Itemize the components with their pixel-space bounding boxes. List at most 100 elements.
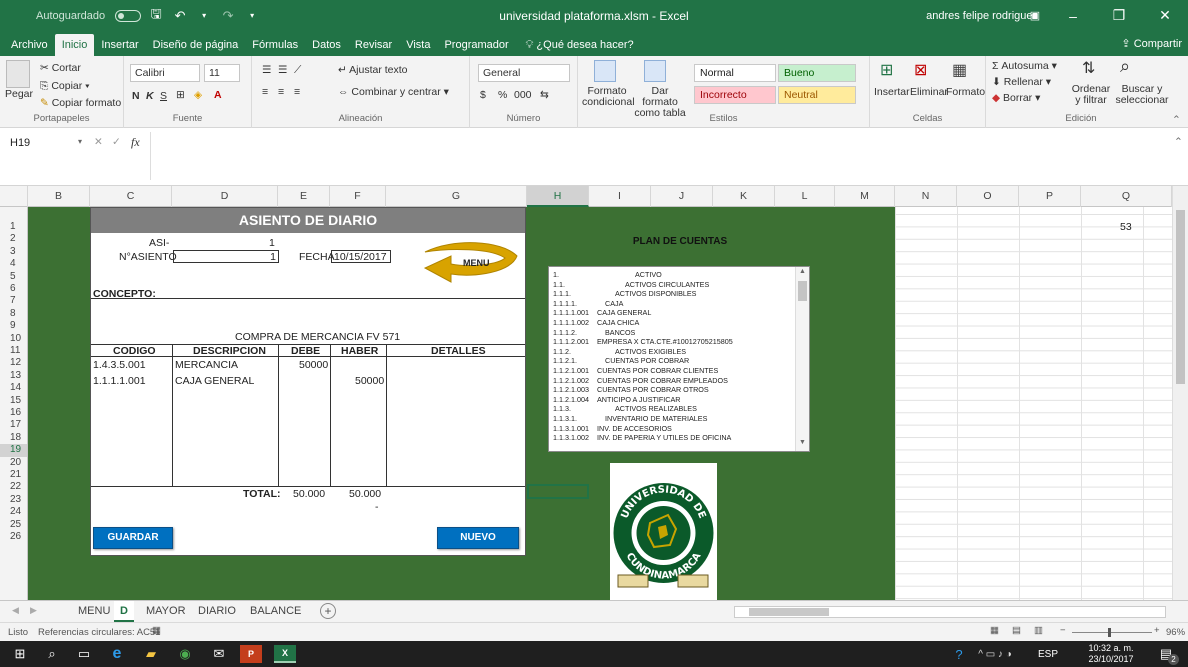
row-header[interactable]: 16 <box>0 407 27 419</box>
concepto-value[interactable]: COMPRA DE MERCANCIA FV 571 <box>235 331 400 343</box>
mail-icon[interactable]: ✉ <box>208 645 230 663</box>
plan-item[interactable]: 1.1.2.1.003 CUENTAS POR COBRAR OTROS <box>553 385 709 394</box>
number-format-select[interactable]: General <box>478 64 570 82</box>
sheet-tab-menu[interactable]: MENU <box>72 601 116 622</box>
tab-programador[interactable]: Programador <box>437 34 515 56</box>
col-header-f[interactable]: F <box>330 186 386 207</box>
zoom-in-icon[interactable]: + <box>1154 625 1160 636</box>
col-header-k[interactable]: K <box>713 186 775 207</box>
font-size-select[interactable]: 11 <box>204 64 240 82</box>
tell-me-box[interactable]: 💡︎ ¿Qué desea hacer? <box>516 34 644 56</box>
select-all-corner[interactable] <box>0 186 28 207</box>
col-header-o[interactable]: O <box>957 186 1019 207</box>
ribbon-display-icon[interactable]: ▣ <box>1020 0 1050 31</box>
col-header-b[interactable]: B <box>28 186 90 207</box>
cell-q2[interactable]: 53 <box>1120 221 1132 233</box>
horizontal-scroll-thumb[interactable] <box>749 608 829 616</box>
col-header-h[interactable]: H <box>527 186 589 207</box>
plan-item[interactable]: 1.1.2. ACTIVOS EXIGIBLES <box>553 347 686 356</box>
undo-dropdown-icon[interactable]: ▾ <box>195 7 213 25</box>
plan-item[interactable]: 1.1. ACTIVOS CIRCULANTES <box>553 280 709 289</box>
normal-view-icon[interactable]: ▦ <box>990 625 999 636</box>
autosave-toggle[interactable] <box>115 9 142 22</box>
format-table-icon[interactable] <box>644 60 666 82</box>
formula-input[interactable] <box>150 132 1178 180</box>
active-cell-h19[interactable] <box>527 484 589 499</box>
sheet-tab-balance[interactable]: BALANCE <box>244 601 307 622</box>
language-indicator[interactable]: ESP <box>1036 645 1060 663</box>
menu-button-label[interactable]: MENU <box>463 258 490 268</box>
paste-label[interactable]: Pegar <box>5 88 33 100</box>
undo-icon[interactable]: ↶ <box>171 7 189 25</box>
search-icon[interactable]: ⌕ <box>1120 56 1130 77</box>
name-box[interactable]: H19 <box>6 134 84 154</box>
align-right-icon[interactable]: ≡ <box>294 86 300 98</box>
row-header[interactable]: 15 <box>0 395 27 407</box>
row-header[interactable]: 25 <box>0 519 27 531</box>
nuevo-button[interactable]: NUEVO <box>437 527 519 549</box>
style-bueno[interactable]: Bueno <box>778 64 856 82</box>
zoom-out-icon[interactable]: − <box>1060 625 1066 636</box>
fill-color-icon[interactable]: ◈ <box>194 89 202 101</box>
tab-datos[interactable]: Datos <box>305 34 348 56</box>
tab-vista[interactable]: Vista <box>399 34 437 56</box>
fecha-input[interactable]: 10/15/2017 <box>331 250 391 263</box>
vertical-scroll-thumb[interactable] <box>1176 210 1185 384</box>
row-header[interactable]: 4 <box>0 258 27 270</box>
plan-item[interactable]: 1.1.1.2.001 EMPRESA X CTA.CTE.#1001270521… <box>553 337 733 346</box>
align-left-icon[interactable]: ≡ <box>262 86 268 98</box>
row2-haber[interactable]: 50000 <box>355 375 384 387</box>
guardar-button[interactable]: GUARDAR <box>93 527 173 549</box>
col-header-l[interactable]: L <box>775 186 835 207</box>
align-top-icon[interactable]: ☰ <box>262 64 271 76</box>
borders-icon[interactable]: ⊞ <box>176 89 185 101</box>
horizontal-scrollbar[interactable] <box>734 606 1166 618</box>
scroll-down-icon[interactable]: ▼ <box>799 439 806 446</box>
format-cells-button[interactable]: Formato <box>946 86 985 98</box>
currency-button[interactable]: $ <box>480 89 486 101</box>
align-middle-icon[interactable]: ☰ <box>278 64 287 76</box>
row-header[interactable]: 13 <box>0 370 27 382</box>
row-header[interactable]: 8 <box>0 308 27 320</box>
row-header[interactable]: 18 <box>0 432 27 444</box>
percent-button[interactable]: % <box>498 89 507 101</box>
powerpoint-icon[interactable]: P <box>240 645 262 663</box>
thousands-button[interactable]: 000 <box>514 89 532 101</box>
zoom-level[interactable]: 96% <box>1166 627 1185 638</box>
edge-icon[interactable]: e <box>106 645 128 663</box>
restore-button[interactable]: ❐ <box>1096 0 1142 31</box>
row-header[interactable]: 17 <box>0 419 27 431</box>
scroll-up-icon[interactable]: ▲ <box>799 268 806 275</box>
merge-center-button[interactable]: ⇔ Combinar y centrar ▾ <box>338 86 449 98</box>
row2-codigo[interactable]: 1.1.1.1.001 <box>93 375 146 387</box>
cell-grid[interactable] <box>895 207 1172 600</box>
page-break-icon[interactable]: ▥ <box>1034 625 1043 636</box>
row-header[interactable]: 1 <box>0 221 27 233</box>
redo-icon[interactable]: ↷ <box>219 7 237 25</box>
chrome-icon[interactable]: ◉ <box>174 645 196 663</box>
minimize-button[interactable]: – <box>1050 0 1096 31</box>
nasiento-input[interactable]: 1 <box>173 250 279 263</box>
font-color-icon[interactable]: A <box>214 89 222 101</box>
plan-item[interactable]: 1.1.2.1.001 CUENTAS POR COBRAR CLIENTES <box>553 366 718 375</box>
tab-inicio[interactable]: Inicio <box>54 34 95 56</box>
macro-record-icon[interactable]: ▦ <box>152 625 161 636</box>
font-name-select[interactable]: Calibri <box>130 64 200 82</box>
row-header[interactable]: 24 <box>0 506 27 518</box>
plan-item[interactable]: 1.1.3. ACTIVOS REALIZABLES <box>553 404 697 413</box>
row2-descripcion[interactable]: CAJA GENERAL <box>175 375 254 387</box>
sheet-tab-d[interactable]: D <box>114 601 134 622</box>
format-cells-icon[interactable]: ▦ <box>952 60 967 80</box>
tab-diseno-pagina[interactable]: Diseño de página <box>146 34 246 56</box>
sheet-tab-mayor[interactable]: MAYOR <box>140 601 192 622</box>
plan-item[interactable]: 1.1.2.1. CUENTAS POR COBRAR <box>553 356 689 365</box>
sort-filter-icon[interactable]: ⇅ <box>1082 58 1095 78</box>
task-view-icon[interactable]: ▭ <box>74 645 94 663</box>
row-header[interactable]: 5 <box>0 271 27 283</box>
next-sheet-icon[interactable]: ▶ <box>30 605 37 616</box>
style-neutral[interactable]: Neutral <box>778 86 856 104</box>
plan-item[interactable]: 1.1.1.2. BANCOS <box>553 328 635 337</box>
collapse-ribbon-icon[interactable]: ⌃ <box>1172 114 1181 126</box>
plan-item[interactable]: 1.1.1.1.001 CAJA GENERAL <box>553 308 651 317</box>
tab-insertar[interactable]: Insertar <box>94 34 145 56</box>
